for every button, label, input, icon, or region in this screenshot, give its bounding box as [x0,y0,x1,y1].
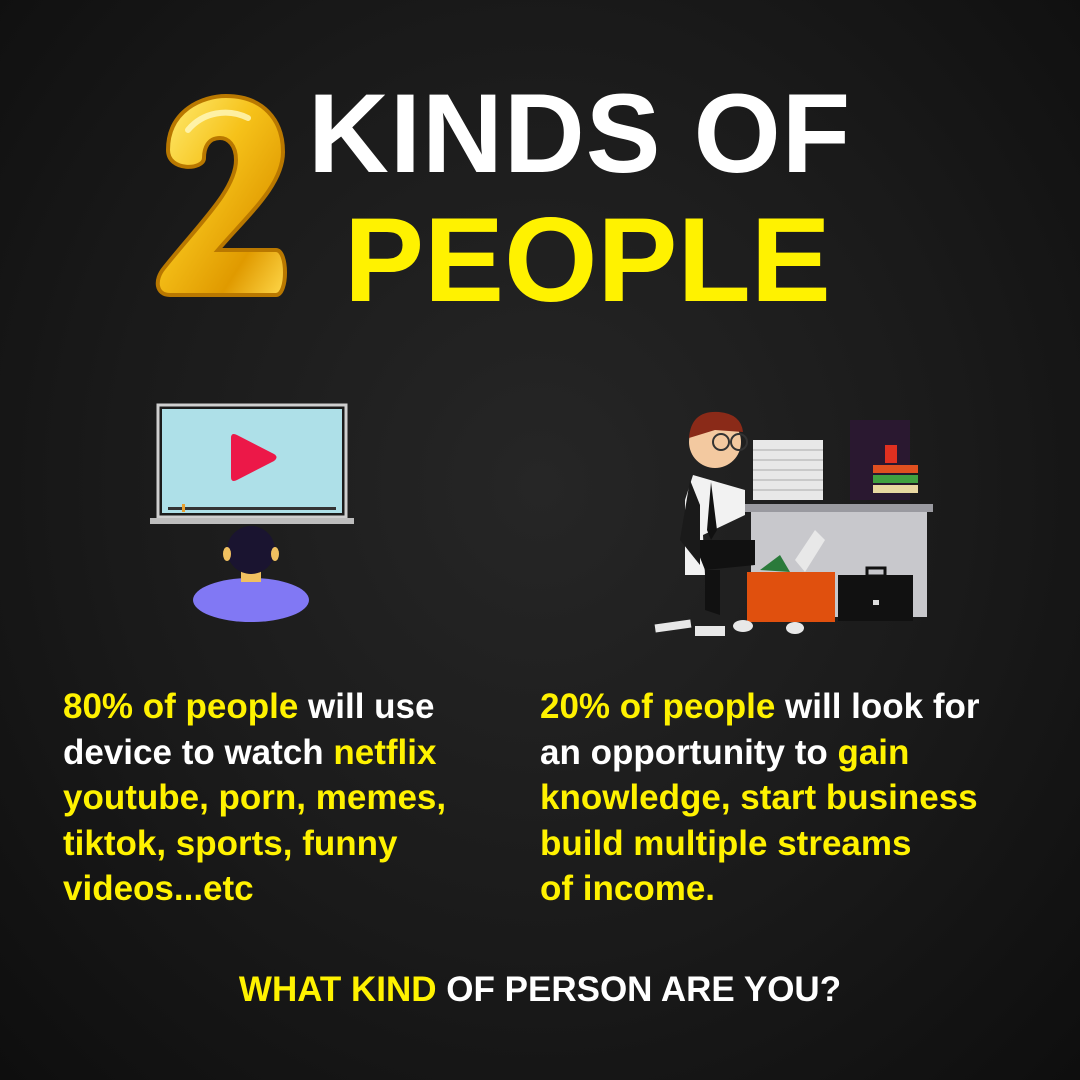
person-body [193,578,309,622]
right-line-5: of income. [540,869,716,908]
right-description: 20% of people will look for an opportuni… [540,684,980,912]
desk-top [745,504,933,512]
person-watching-video-illustration [150,403,354,622]
left-line-2: device to watch netflix [63,732,437,772]
left-description: 80% of people will use device to watch n… [63,684,446,912]
right-line-1: 20% of people will look for [540,687,980,726]
left-line-5: videos...etc [63,869,254,908]
left-line-4: tiktok, sports, funny [63,823,398,863]
screen-stand [150,518,354,524]
title-line-1: KINDS OF [308,71,852,196]
title-line-2: PEOPLE [344,193,831,327]
office-worker-illustration [654,411,933,636]
right-line-2: an opportunity to gain [540,732,910,772]
gold-balloon-number-two [155,93,287,297]
right-line-4: build multiple streams [540,823,912,863]
orange-box [747,572,835,622]
right-line-3: knowledge, start business [540,778,978,817]
briefcase [838,575,913,621]
person-head [227,526,275,574]
left-line-1: 80% of people will use [63,687,435,726]
left-line-3: youtube, porn, memes, [63,778,447,817]
closing-question: WHAT KIND OF PERSON ARE YOU? [238,970,842,1009]
